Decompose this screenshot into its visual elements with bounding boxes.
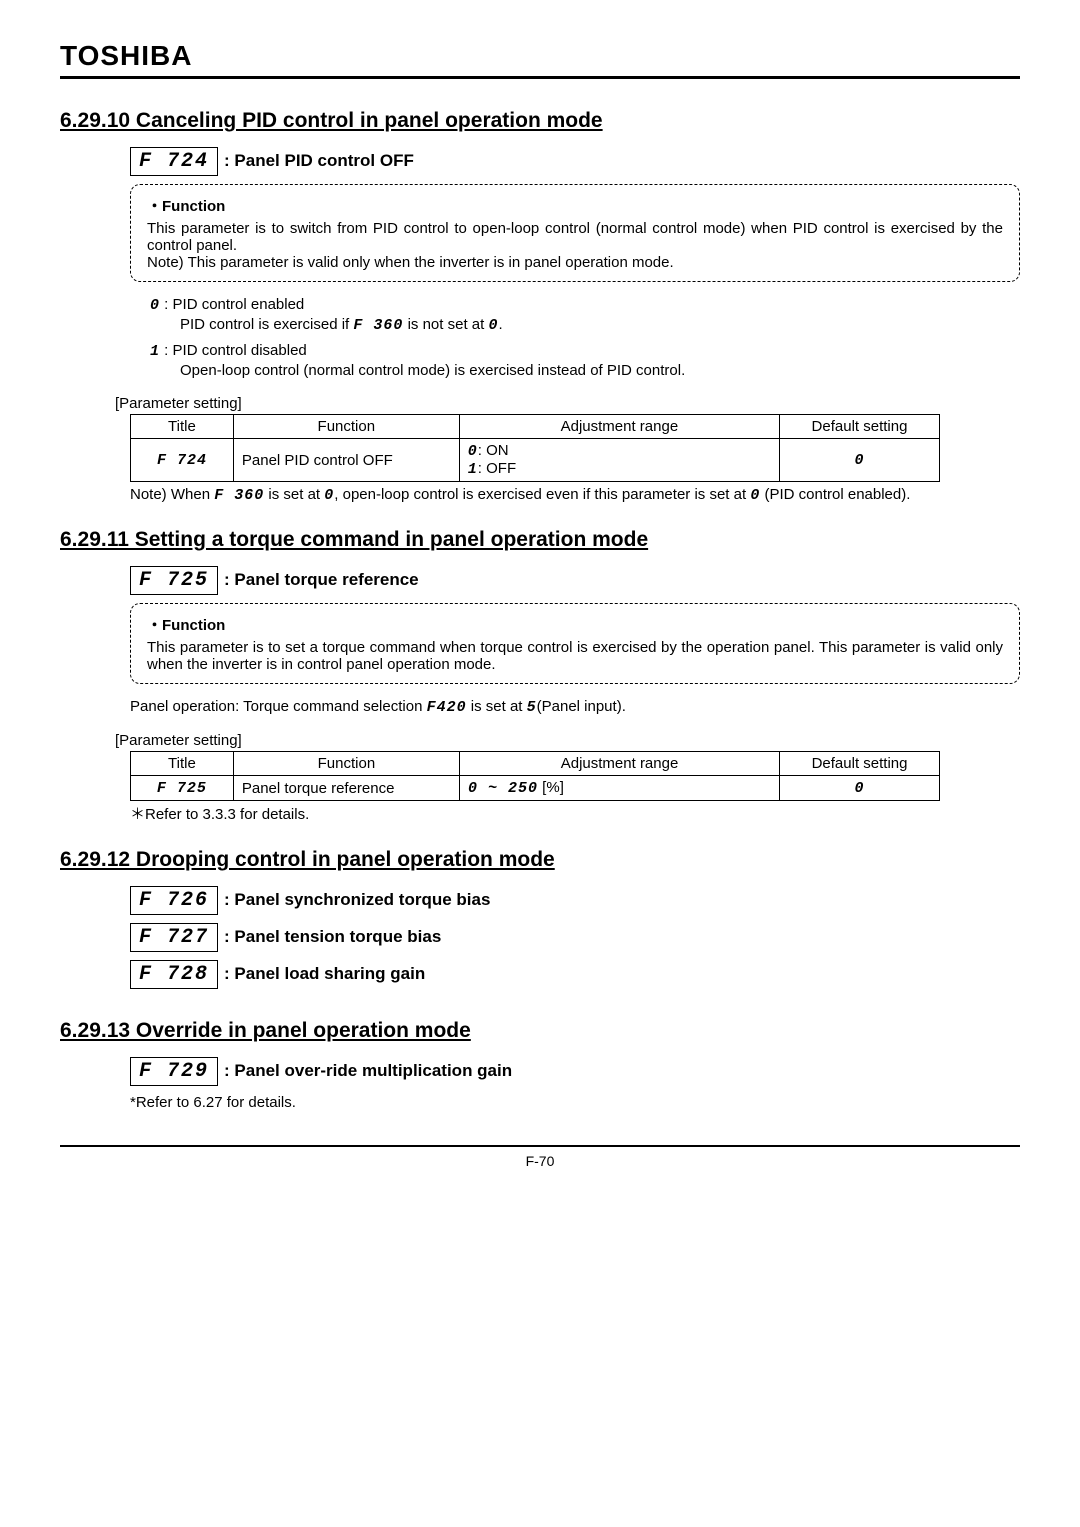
option-0: 0 : PID control enabled bbox=[150, 296, 1020, 314]
th-function: Function bbox=[233, 415, 459, 439]
td-func: Panel PID control OFF bbox=[233, 439, 459, 482]
section-heading-62913: 6.29.13 Override in panel operation mode bbox=[60, 1019, 1020, 1043]
td-title: F 725 bbox=[131, 776, 234, 801]
opt0-sub-b: is not set at bbox=[403, 316, 488, 333]
th-range: Adjustment range bbox=[460, 752, 780, 776]
td-default: 0 bbox=[780, 439, 940, 482]
parameter-setting-label-2: [Parameter setting] bbox=[115, 732, 1020, 749]
section-heading-62912: 6.29.12 Drooping control in panel operat… bbox=[60, 848, 1020, 872]
param-title-f724: : Panel PID control OFF bbox=[224, 151, 414, 171]
option-0-sub: PID control is exercised if F 360 is not… bbox=[180, 316, 1020, 334]
th-range: Adjustment range bbox=[459, 415, 779, 439]
opt0-sub-code: F 360 bbox=[353, 317, 403, 334]
panel-op-b: is set at bbox=[467, 698, 527, 715]
td-range: 0: ON 1: OFF bbox=[459, 439, 779, 482]
range-unit: [%] bbox=[538, 779, 564, 796]
brand-logo: TOSHIBA bbox=[60, 40, 1020, 79]
function-text: This parameter is to switch from PID con… bbox=[147, 220, 1003, 254]
panel-op-a: Panel operation: Torque command selectio… bbox=[130, 698, 427, 715]
opt0-sub-c: . bbox=[498, 316, 502, 333]
refer-note-333: ＊Refer to 3.3.3 for details. bbox=[130, 803, 1020, 824]
note-code1: F 360 bbox=[214, 487, 264, 504]
th-default: Default setting bbox=[780, 415, 940, 439]
parameter-setting-label-1: [Parameter setting] bbox=[115, 395, 1020, 412]
param-code-f726: F 726 bbox=[130, 886, 218, 915]
note-b: is set at bbox=[264, 486, 324, 503]
option-0-label: : PID control enabled bbox=[160, 296, 304, 313]
th-title: Title bbox=[131, 752, 234, 776]
param-code-f724: F 724 bbox=[130, 147, 218, 176]
table-note-f724: Note) When F 360 is set at 0, open-loop … bbox=[130, 486, 1020, 504]
param-code-f729: F 729 bbox=[130, 1057, 218, 1086]
section-heading-62910: 6.29.10 Canceling PID control in panel o… bbox=[60, 109, 1020, 133]
table-header-row: Title Function Adjustment range Default … bbox=[131, 752, 940, 776]
note-zero2: 0 bbox=[750, 487, 760, 504]
option-1-sub: Open-loop control (normal control mode) … bbox=[180, 362, 1020, 379]
function-text-2: This parameter is to set a torque comman… bbox=[147, 639, 1003, 673]
param-code-f727: F 727 bbox=[130, 923, 218, 952]
td-title: F 724 bbox=[131, 439, 234, 482]
th-title: Title bbox=[131, 415, 234, 439]
param-title-f725: : Panel torque reference bbox=[224, 570, 419, 590]
note-d: (PID control enabled). bbox=[760, 486, 910, 503]
panel-op-val: 5 bbox=[527, 699, 537, 716]
range-1-text: : OFF bbox=[478, 460, 516, 477]
function-label-2: Function bbox=[147, 614, 1003, 635]
note-zero1: 0 bbox=[324, 487, 334, 504]
range-1-code: 1 bbox=[468, 461, 478, 478]
option-0-code: 0 bbox=[150, 297, 160, 314]
panel-op-c: (Panel input). bbox=[537, 698, 626, 715]
panel-op-code: F420 bbox=[427, 699, 467, 716]
param-title-f726: : Panel synchronized torque bias bbox=[224, 890, 490, 910]
range-code: 0 ~ 250 bbox=[468, 780, 538, 797]
option-1-code: 1 bbox=[150, 343, 160, 360]
th-default: Default setting bbox=[780, 752, 940, 776]
param-table-f724: Title Function Adjustment range Default … bbox=[130, 414, 940, 482]
table-row: F 724 Panel PID control OFF 0: ON 1: OFF… bbox=[131, 439, 940, 482]
section-heading-62911: 6.29.11 Setting a torque command in pane… bbox=[60, 528, 1020, 552]
param-title-f729: : Panel over-ride multiplication gain bbox=[224, 1061, 512, 1081]
td-default: 0 bbox=[780, 776, 940, 801]
opt0-sub-a: PID control is exercised if bbox=[180, 316, 353, 333]
table-header-row: Title Function Adjustment range Default … bbox=[131, 415, 940, 439]
option-1: 1 : PID control disabled bbox=[150, 342, 1020, 360]
note-a: Note) When bbox=[130, 486, 214, 503]
function-box-f725: Function This parameter is to set a torq… bbox=[130, 603, 1020, 684]
note-c: , open-loop control is exercised even if… bbox=[334, 486, 750, 503]
range-0-text: : ON bbox=[478, 442, 509, 459]
th-function: Function bbox=[233, 752, 459, 776]
function-box-f724: Function This parameter is to switch fro… bbox=[130, 184, 1020, 282]
range-0-code: 0 bbox=[468, 443, 478, 460]
td-range: 0 ~ 250 [%] bbox=[460, 776, 780, 801]
option-1-label: : PID control disabled bbox=[160, 342, 307, 359]
param-code-f728: F 728 bbox=[130, 960, 218, 989]
function-label: Function bbox=[147, 195, 1003, 216]
param-code-f725: F 725 bbox=[130, 566, 218, 595]
param-title-f728: : Panel load sharing gain bbox=[224, 964, 425, 984]
opt0-sub-zero: 0 bbox=[488, 317, 498, 334]
param-table-f725: Title Function Adjustment range Default … bbox=[130, 751, 940, 801]
panel-operation-note: Panel operation: Torque command selectio… bbox=[130, 698, 1020, 716]
refer-note-627: *Refer to 6.27 for details. bbox=[130, 1094, 1020, 1111]
table-row: F 725 Panel torque reference 0 ~ 250 [%]… bbox=[131, 776, 940, 801]
param-title-f727: : Panel tension torque bias bbox=[224, 927, 441, 947]
td-func: Panel torque reference bbox=[233, 776, 459, 801]
function-note: Note) This parameter is valid only when … bbox=[147, 254, 1003, 271]
page-footer: F-70 bbox=[60, 1145, 1020, 1169]
